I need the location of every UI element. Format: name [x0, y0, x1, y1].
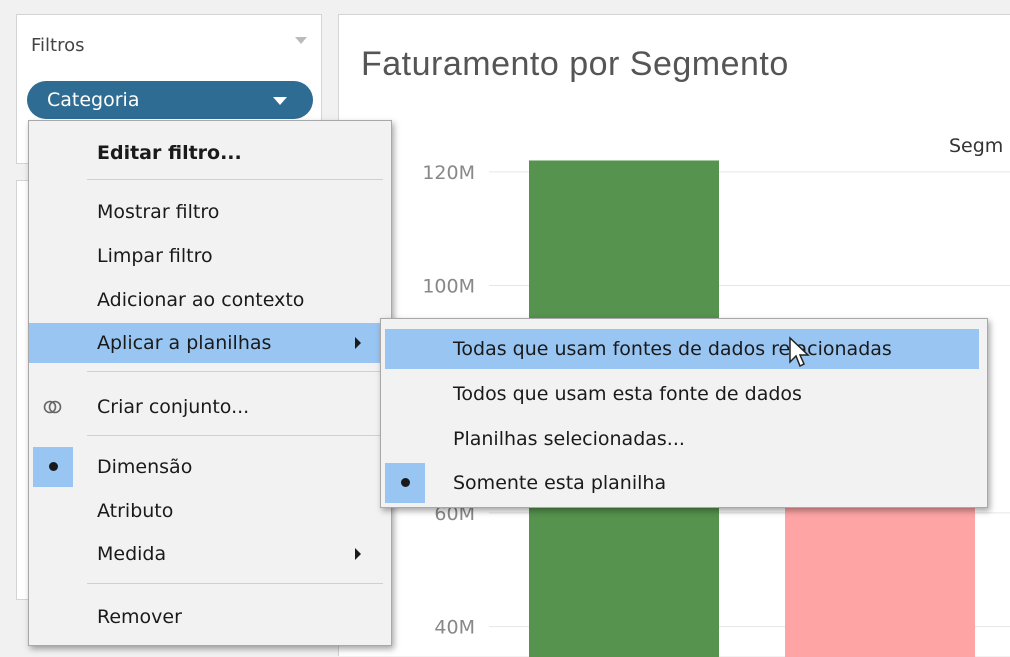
y-tick-label: 120M: [422, 162, 475, 184]
submenu-arrow-icon: [355, 548, 361, 560]
menu-item-aplicar-planilhas[interactable]: Aplicar a planilhas: [29, 323, 391, 363]
submenu-item-planilhas-selecionadas[interactable]: Planilhas selecionadas...: [385, 419, 979, 459]
menu-item-label: Aplicar a planilhas: [97, 332, 272, 354]
submenu-item-todas-relacionadas[interactable]: Todas que usam fontes de dados relaciona…: [385, 329, 979, 369]
apply-to-worksheets-submenu: Todas que usam fontes de dados relaciona…: [380, 318, 988, 508]
menu-item-label: Limpar filtro: [97, 245, 213, 267]
menu-item-label: Adicionar ao contexto: [97, 289, 305, 311]
pill-dropdown-icon[interactable]: [273, 97, 287, 105]
menu-item-label: Remover: [97, 606, 182, 628]
menu-item-medida[interactable]: Medida: [29, 534, 391, 574]
menu-item-label: Criar conjunto...: [97, 396, 250, 418]
menu-item-label: Editar filtro...: [97, 142, 242, 164]
menu-item-editar-filtro[interactable]: Editar filtro...: [29, 133, 391, 173]
radio-dot-icon: [49, 462, 58, 471]
categoria-filter-pill[interactable]: Categoria: [27, 81, 313, 119]
submenu-item-label: Todas que usam fontes de dados relaciona…: [453, 338, 892, 360]
submenu-item-label: Todos que usam esta fonte de dados: [453, 383, 802, 405]
mouse-cursor-icon: [789, 336, 810, 368]
menu-item-remover[interactable]: Remover: [29, 597, 391, 637]
menu-item-label: Mostrar filtro: [97, 201, 220, 223]
menu-item-label: Atributo: [97, 500, 174, 522]
menu-item-label: Dimensão: [97, 456, 193, 478]
menu-separator: [87, 179, 383, 180]
menu-item-limpar-filtro[interactable]: Limpar filtro: [29, 236, 391, 276]
filter-context-menu: Editar filtro... Mostrar filtro Limpar f…: [28, 120, 392, 646]
chevron-down-icon[interactable]: [295, 37, 307, 44]
y-tick-label: 40M: [434, 617, 475, 639]
submenu-item-label: Somente esta planilha: [453, 472, 667, 494]
menu-item-adicionar-contexto[interactable]: Adicionar ao contexto: [29, 280, 391, 320]
pill-label: Categoria: [47, 89, 140, 111]
submenu-arrow-icon: [355, 337, 361, 349]
menu-item-dimensao[interactable]: Dimensão: [29, 447, 391, 487]
set-icon: [43, 400, 62, 414]
menu-item-criar-conjunto[interactable]: Criar conjunto...: [29, 387, 391, 427]
menu-item-atributo[interactable]: Atributo: [29, 491, 391, 531]
submenu-item-todos-esta-fonte[interactable]: Todos que usam esta fonte de dados: [385, 374, 979, 414]
menu-separator: [87, 435, 383, 436]
menu-separator: [87, 583, 383, 584]
submenu-item-somente-esta[interactable]: Somente esta planilha: [385, 463, 979, 503]
filters-title: Filtros: [31, 35, 85, 56]
radio-dot-icon: [401, 478, 410, 487]
menu-separator: [87, 371, 383, 372]
y-tick-label: 100M: [422, 276, 475, 298]
menu-item-label: Medida: [97, 543, 167, 565]
menu-item-mostrar-filtro[interactable]: Mostrar filtro: [29, 192, 391, 232]
submenu-item-label: Planilhas selecionadas...: [453, 428, 685, 450]
